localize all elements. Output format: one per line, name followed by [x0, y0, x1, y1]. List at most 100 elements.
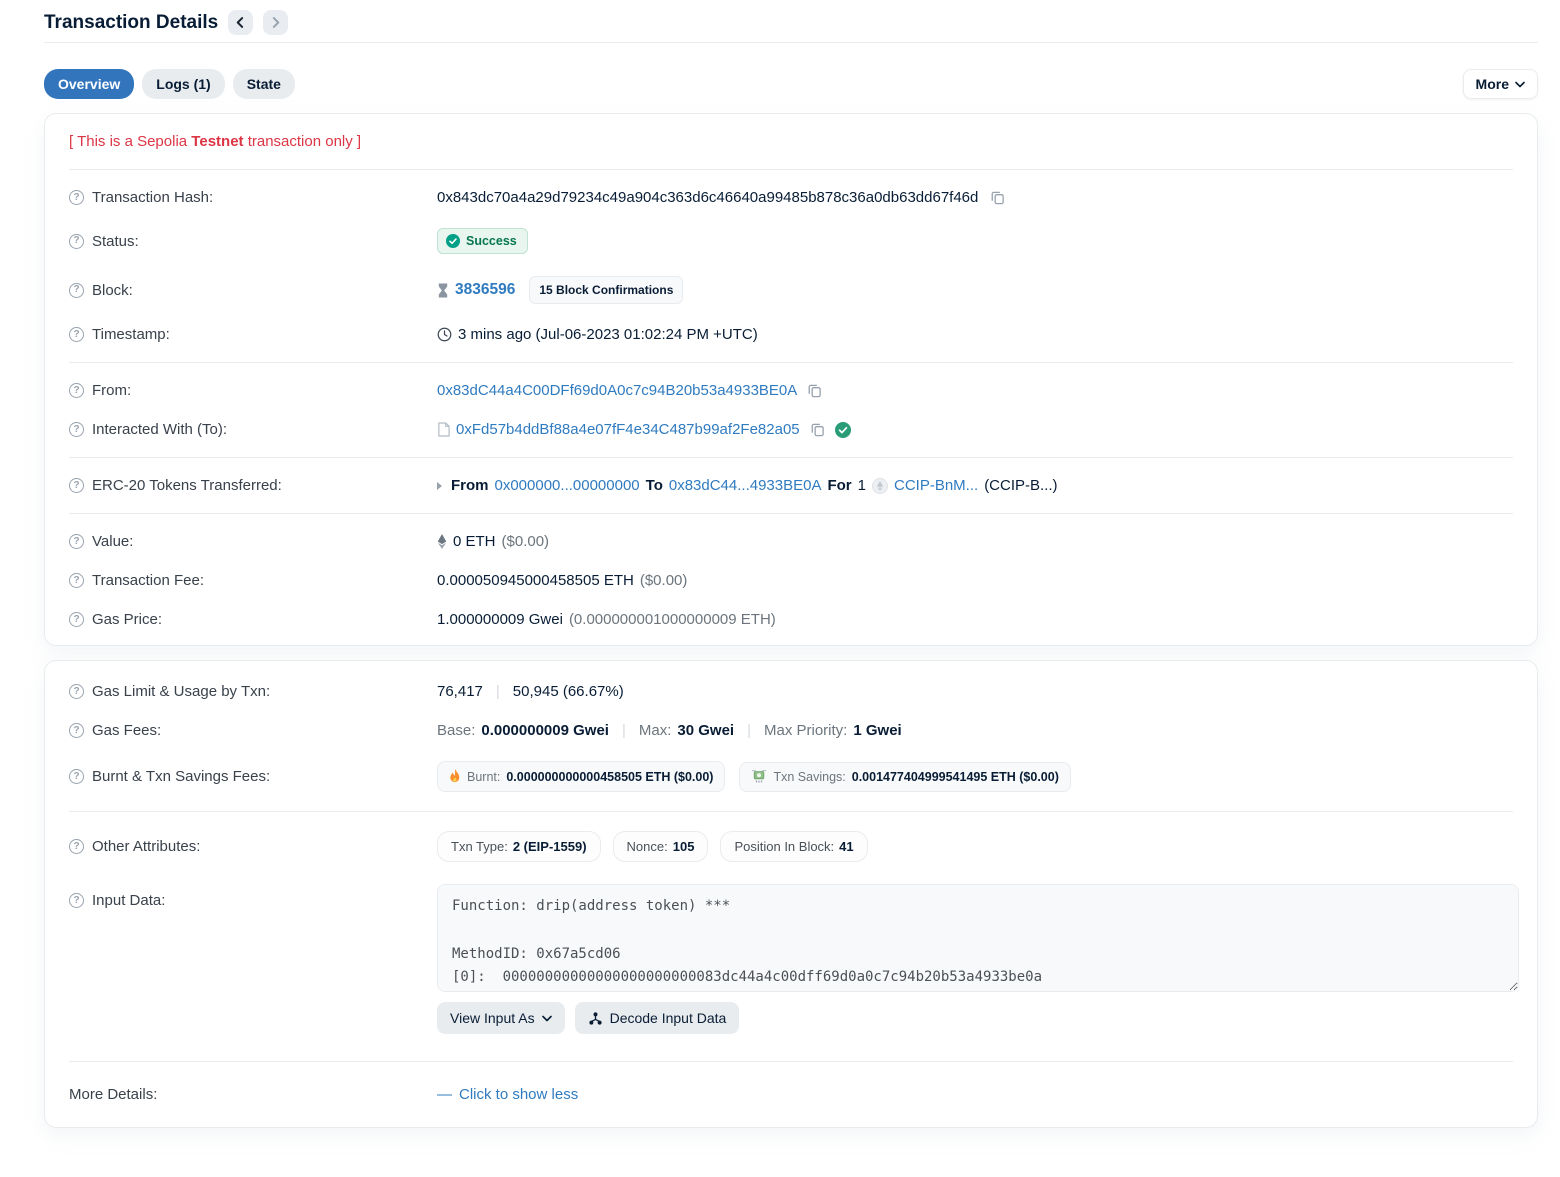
more-details-row: More Details: — Click to show less: [69, 1070, 1513, 1121]
copy-icon: [990, 190, 1005, 205]
help-icon[interactable]: [69, 478, 84, 493]
testnet-warning: [ This is a Sepolia Testnet transaction …: [69, 120, 1513, 161]
tab-state[interactable]: State: [233, 69, 295, 99]
details-card: Gas Limit & Usage by Txn: 76,417 | 50,94…: [44, 660, 1538, 1128]
block-confirmations-badge: 15 Block Confirmations: [529, 276, 683, 304]
view-input-as-label: View Input As: [450, 1010, 535, 1026]
input-data-textarea[interactable]: Function: drip(address token) *** Method…: [437, 884, 1519, 992]
gas-fees-base-label: Base:: [437, 722, 475, 739]
block-number-link[interactable]: 3836596: [455, 281, 515, 299]
divider: [69, 457, 1513, 458]
more-dropdown-label: More: [1476, 76, 1509, 92]
status-badge: Success: [437, 228, 528, 254]
nonce-value: 105: [673, 839, 695, 854]
overview-card: [ This is a Sepolia Testnet transaction …: [44, 113, 1538, 646]
page-header: Transaction Details: [44, 0, 1538, 36]
copy-from-address-button[interactable]: [807, 383, 822, 398]
input-data-buttons: View Input As Decode Input Data: [437, 1002, 1519, 1034]
value-eth: 0 ETH: [453, 533, 496, 550]
erc20-to-word: To: [646, 477, 663, 494]
txn-savings-badge: Txn Savings: 0.001477404999541495 ETH ($…: [739, 762, 1070, 792]
gas-fees-priority-value: 1 Gwei: [853, 722, 901, 739]
copy-to-address-button[interactable]: [810, 422, 825, 437]
status-text: Success: [466, 234, 517, 248]
help-icon[interactable]: [69, 839, 84, 854]
copy-icon: [810, 422, 825, 437]
to-contract-address-link[interactable]: 0xFd57b4ddBf88a4e07fF4e34C487b99af2Fe82a…: [456, 421, 800, 438]
decode-input-data-label: Decode Input Data: [610, 1010, 727, 1026]
block-row: Block: 3836596 15 Block Confirmations: [69, 265, 1513, 315]
help-icon[interactable]: [69, 723, 84, 738]
erc20-from-address-link[interactable]: 0x000000...00000000: [495, 477, 640, 494]
burnt-text-label: Burnt:: [467, 770, 500, 784]
gas-fees-priority-label: Max Priority:: [764, 722, 847, 739]
from-row: From: 0x83dC44a4C00DFf69d0A0c7c94B20b53a…: [69, 371, 1513, 410]
previous-transaction-button[interactable]: [228, 10, 253, 35]
erc20-transfers-label: ERC-20 Tokens Transferred:: [92, 477, 282, 494]
check-circle-icon: [446, 234, 460, 248]
erc20-to-address-link[interactable]: 0x83dC44...4933BE0A: [669, 477, 822, 494]
testnet-warning-pre: [ This is a Sepolia: [69, 133, 191, 150]
verified-contract-check-icon: [835, 422, 851, 438]
help-icon[interactable]: [69, 893, 84, 908]
transaction-hash-value: 0x843dc70a4a29d79234c49a904c363d6c46640a…: [437, 189, 978, 206]
divider: [69, 811, 1513, 812]
timestamp-value: 3 mins ago (Jul-06-2023 01:02:24 PM +UTC…: [458, 326, 758, 343]
burnt-badge: Burnt: 0.000000000000458505 ETH ($0.00): [437, 761, 725, 792]
txn-type-value: 2 (EIP-1559): [513, 839, 587, 854]
help-icon[interactable]: [69, 684, 84, 699]
divider: [69, 513, 1513, 514]
other-attributes-label: Other Attributes:: [92, 838, 200, 855]
chevron-left-icon: [235, 17, 246, 28]
tab-overview[interactable]: Overview: [44, 69, 134, 99]
copy-hash-button[interactable]: [990, 190, 1005, 205]
help-icon[interactable]: [69, 190, 84, 205]
erc20-token-name-link[interactable]: CCIP-BnM...: [894, 477, 978, 494]
erc20-from-word: From: [451, 477, 489, 494]
gas-price-row: Gas Price: 1.000000009 Gwei (0.000000001…: [69, 600, 1513, 639]
gas-fees-label: Gas Fees:: [92, 722, 161, 739]
help-icon[interactable]: [69, 327, 84, 342]
more-dropdown-button[interactable]: More: [1463, 69, 1538, 99]
gas-fees-max-value: 30 Gwei: [677, 722, 734, 739]
transaction-hash-label: Transaction Hash:: [92, 189, 213, 206]
txn-savings-value: 0.001477404999541495 ETH ($0.00): [852, 770, 1059, 784]
gas-price-eth: (0.000000001000000009 ETH): [569, 611, 776, 628]
transaction-hash-row: Transaction Hash: 0x843dc70a4a29d79234c4…: [69, 178, 1513, 217]
page-title: Transaction Details: [44, 12, 218, 34]
gas-limit-row: Gas Limit & Usage by Txn: 76,417 | 50,94…: [69, 667, 1513, 711]
testnet-warning-post: transaction only ]: [244, 133, 362, 150]
divider: [69, 1061, 1513, 1062]
help-icon[interactable]: [69, 383, 84, 398]
tab-logs[interactable]: Logs (1): [142, 69, 224, 99]
view-input-as-button[interactable]: View Input As: [437, 1002, 565, 1034]
clock-icon: [437, 327, 452, 342]
gas-fees-max-label: Max:: [639, 722, 672, 739]
decode-input-data-button[interactable]: Decode Input Data: [575, 1002, 740, 1034]
erc20-transfers-row: ERC-20 Tokens Transferred: From 0x000000…: [69, 466, 1513, 505]
nonce-key: Nonce:: [627, 839, 668, 854]
help-icon[interactable]: [69, 422, 84, 437]
testnet-warning-bold: Testnet: [191, 133, 243, 150]
status-row: Status: Success: [69, 217, 1513, 265]
help-icon[interactable]: [69, 612, 84, 627]
gas-limit-label: Gas Limit & Usage by Txn:: [92, 683, 270, 700]
tabs: Overview Logs (1) State: [44, 69, 295, 99]
divider: [69, 169, 1513, 170]
help-icon[interactable]: [69, 573, 84, 588]
position-value: 41: [839, 839, 853, 854]
help-icon[interactable]: [69, 769, 84, 784]
from-address-link[interactable]: 0x83dC44a4C00DFf69d0A0c7c94B20b53a4933BE…: [437, 382, 797, 399]
toggle-details-link[interactable]: — Click to show less: [437, 1086, 578, 1103]
chevron-down-icon: [1515, 81, 1525, 88]
value-usd: ($0.00): [502, 533, 550, 550]
erc20-token-symbol: (CCIP-B...): [984, 477, 1057, 494]
divider: [69, 362, 1513, 363]
gas-fees-base-value: 0.000000009 Gwei: [481, 722, 609, 739]
help-icon[interactable]: [69, 234, 84, 249]
ethereum-icon: [437, 534, 447, 549]
help-icon[interactable]: [69, 283, 84, 298]
help-icon[interactable]: [69, 534, 84, 549]
next-transaction-button[interactable]: [263, 10, 288, 35]
timestamp-row: Timestamp: 3 mins ago (Jul-06-2023 01:02…: [69, 315, 1513, 354]
